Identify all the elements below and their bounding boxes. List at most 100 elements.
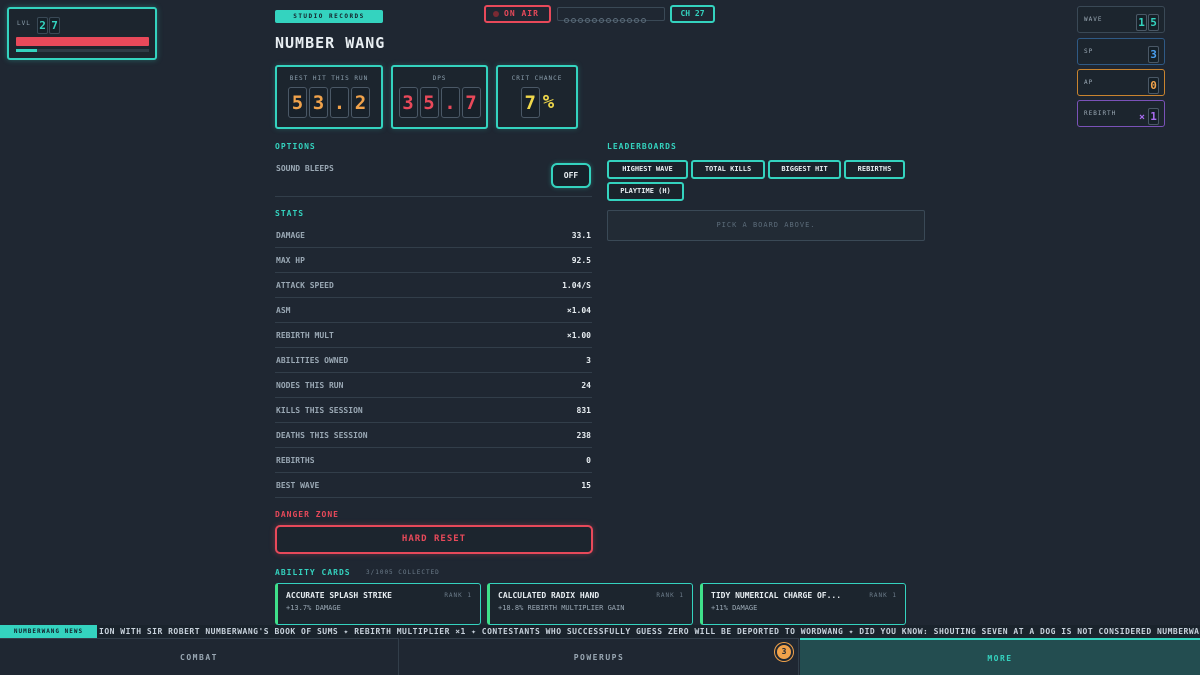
signal-dot-icon — [606, 18, 611, 23]
digit: 0 — [1148, 77, 1159, 94]
ability-card[interactable]: ACCURATE SPLASH STRIKE RANK 1 +13.7% DAM… — [275, 583, 481, 625]
tab-more[interactable]: MORE — [800, 638, 1200, 675]
ability-rank: RANK 1 — [656, 592, 684, 599]
chip-label: WAVE — [1084, 16, 1103, 23]
channel-indicator: CH 27 — [670, 5, 715, 23]
stat-row: DEATHS THIS SESSION 238 — [275, 423, 592, 448]
chip-value: 3 — [1147, 43, 1159, 63]
studio-badge: STUDIO RECORDS — [275, 10, 383, 23]
wave-chip: WAVE 15 — [1077, 6, 1165, 33]
card-digits: 7% — [498, 87, 576, 118]
leaderboard-highest-wave-button[interactable]: HIGHEST WAVE — [607, 160, 688, 179]
chip-label: SP — [1084, 48, 1094, 55]
stat-value: 15 — [581, 481, 591, 490]
chip-value: 0 — [1147, 74, 1159, 94]
sp-chip: SP 3 — [1077, 38, 1165, 65]
digit: 7 — [461, 87, 481, 118]
stat-value: 831 — [576, 406, 591, 415]
stat-row: DAMAGE 33.1 — [275, 223, 592, 248]
xp-fill — [16, 49, 38, 52]
stat-value: 1.04/S — [562, 281, 591, 290]
signal-dot-icon — [571, 18, 576, 23]
stats-heading: STATS — [275, 209, 305, 218]
ability-rank: RANK 1 — [869, 592, 897, 599]
ability-card[interactable]: CALCULATED RADIX HAND RANK 1 +18.8% REBI… — [487, 583, 693, 625]
powerups-badge: 3 — [775, 643, 793, 661]
signal-dot-icon — [564, 18, 569, 23]
leaderboard-rebirths-button[interactable]: REBIRTHS — [844, 160, 905, 179]
ability-desc: +11% DAMAGE — [711, 604, 758, 612]
signal-dot-icon — [592, 18, 597, 23]
stat-value: 0 — [586, 456, 591, 465]
sound-bleeps-row: SOUND BLEEPS OFF — [275, 158, 592, 197]
digit: 1 — [1136, 14, 1147, 31]
crit-chance-card: CRIT CHANCE 7% — [496, 65, 578, 129]
signal-dot-icon — [627, 18, 632, 23]
digit: 3 — [398, 87, 418, 118]
best-hit-card: BEST HIT THIS RUN 53.2 — [275, 65, 383, 129]
stat-label: MAX HP — [276, 256, 305, 265]
ability-name: TIDY NUMERICAL CHARGE OF... — [711, 591, 842, 600]
ability-card[interactable]: TIDY NUMERICAL CHARGE OF... RANK 1 +11% … — [700, 583, 906, 625]
stat-row: NODES THIS RUN 24 — [275, 373, 592, 398]
leaderboard-total-kills-button[interactable]: TOTAL KILLS — [691, 160, 765, 179]
card-label: CRIT CHANCE — [511, 75, 563, 82]
digit: 7 — [520, 87, 540, 118]
on-air-dot-icon — [493, 11, 499, 17]
signal-dot-icon — [634, 18, 639, 23]
stat-value: ×1.00 — [566, 331, 591, 340]
leaderboard-biggest-hit-button[interactable]: BIGGEST HIT — [768, 160, 841, 179]
stat-label: DAMAGE — [276, 231, 305, 240]
level-digits: 27 — [37, 14, 61, 34]
stat-value: 92.5 — [571, 256, 591, 265]
signal-dot-icon — [585, 18, 590, 23]
chip-value: × 1 — [1139, 105, 1159, 125]
stat-row: ABILITIES OWNED 3 — [275, 348, 592, 373]
leaderboards-heading: LEADERBOARDS — [607, 142, 677, 151]
news-ticker: NUMBERWANG NEWS ION WITH SIR ROBERT NUMB… — [0, 625, 1200, 638]
on-air-label: ON AIR — [504, 9, 539, 18]
hp-bar — [16, 37, 149, 46]
ticker-text: ION WITH SIR ROBERT NUMBERWANG'S BOOK OF… — [99, 627, 1200, 636]
card-label: DPS — [432, 75, 447, 82]
card-label: BEST HIT THIS RUN — [289, 75, 369, 82]
digit: . — [330, 87, 349, 118]
card-digits: 53.2 — [277, 87, 381, 118]
digit: 3 — [309, 87, 328, 118]
sound-bleeps-label: SOUND BLEEPS — [276, 164, 334, 173]
leaderboard-playtime-button[interactable]: PLAYTIME (H) — [607, 182, 684, 201]
stat-label: BEST WAVE — [276, 481, 320, 490]
page-title: NUMBER WANG — [275, 34, 386, 52]
stat-value: 33.1 — [571, 231, 591, 240]
stat-label: NODES THIS RUN — [276, 381, 344, 390]
stat-label: REBIRTHS — [276, 456, 315, 465]
sound-bleeps-toggle[interactable]: OFF — [551, 163, 591, 188]
level-panel: LVL 27 — [7, 7, 157, 60]
ability-desc: +18.8% REBIRTH MULTIPLIER GAIN — [498, 604, 625, 612]
stat-label: REBIRTH MULT — [276, 331, 334, 340]
tab-powerups[interactable]: POWERUPS — [400, 638, 799, 675]
chip-label: REBIRTH — [1084, 110, 1117, 117]
leaderboard-empty-state: PICK A BOARD ABOVE. — [607, 210, 925, 241]
ability-desc: +13.7% DAMAGE — [286, 604, 341, 612]
stat-value: 238 — [576, 431, 591, 440]
stat-row: ASM ×1.04 — [275, 298, 592, 323]
hard-reset-button[interactable]: HARD RESET — [275, 525, 593, 554]
stat-label: KILLS THIS SESSION — [276, 406, 363, 415]
tab-combat[interactable]: COMBAT — [0, 638, 399, 675]
digit: 5 — [419, 87, 439, 118]
collected-count: 3/1005 COLLECTED — [366, 569, 440, 576]
stat-value: 24 — [581, 381, 591, 390]
stat-row: REBIRTHS 0 — [275, 448, 592, 473]
stat-label: ATTACK SPEED — [276, 281, 334, 290]
multiplier-sign: × — [1138, 112, 1145, 123]
level-label: LVL — [17, 20, 31, 27]
stat-label: ASM — [276, 306, 291, 315]
danger-zone-heading: DANGER ZONE — [275, 510, 339, 519]
stat-value: 3 — [586, 356, 591, 365]
chip-label: AP — [1084, 79, 1094, 86]
digit: 5 — [1148, 14, 1159, 31]
stat-row: BEST WAVE 15 — [275, 473, 592, 498]
stat-row: KILLS THIS SESSION 831 — [275, 398, 592, 423]
ability-name: ACCURATE SPLASH STRIKE — [286, 591, 392, 600]
